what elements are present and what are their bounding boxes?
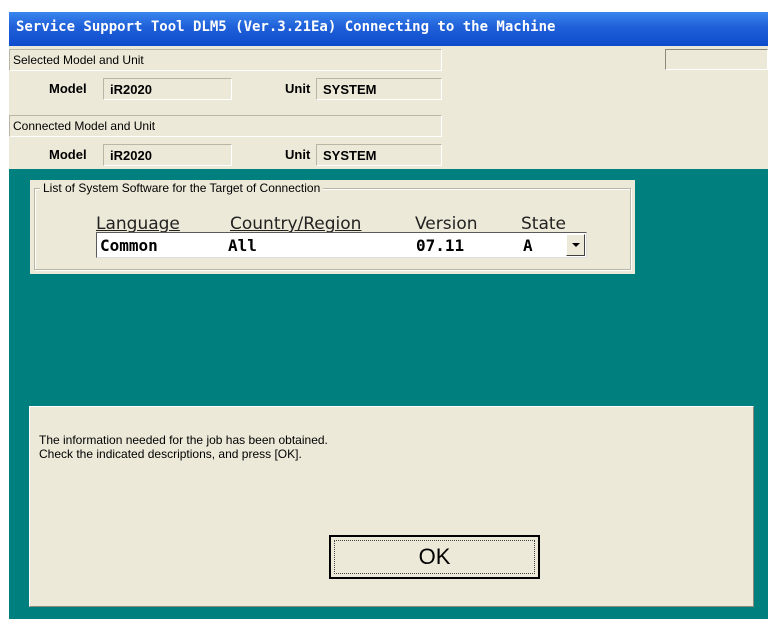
software-row[interactable]: Common All 07.11 A — [96, 232, 587, 258]
column-header-version: Version — [415, 214, 478, 234]
message-line-1: The information needed for the job has b… — [39, 433, 328, 447]
ok-button[interactable]: OK — [329, 535, 540, 579]
connected-model-label: Model — [49, 147, 87, 162]
selected-section-label: Selected Model and Unit — [9, 49, 442, 71]
selected-model-value: iR2020 — [103, 78, 232, 100]
row-state: A — [523, 236, 533, 255]
title-bar[interactable]: Service Support Tool DLM5 (Ver.3.21Ea) C… — [9, 12, 768, 46]
selected-unit-label: Unit — [285, 81, 311, 96]
selected-unit-value: SYSTEM — [316, 78, 442, 100]
column-header-country: Country/Region — [230, 214, 362, 234]
software-list-title: List of System Software for the Target o… — [40, 181, 324, 195]
software-list-group: List of System Software for the Target o… — [30, 180, 635, 274]
column-header-language: Language — [96, 214, 180, 234]
chevron-down-icon — [572, 243, 580, 247]
window-title: Service Support Tool DLM5 (Ver.3.21Ea) C… — [16, 19, 556, 35]
row-country: All — [228, 236, 257, 255]
row-version: 07.11 — [416, 236, 465, 255]
selected-model-label: Model — [49, 81, 87, 96]
connected-unit-value: SYSTEM — [316, 144, 442, 166]
dialog-window: Service Support Tool DLM5 (Ver.3.21Ea) C… — [9, 12, 768, 619]
connected-unit-label: Unit — [285, 147, 311, 162]
state-dropdown-button[interactable] — [566, 234, 585, 256]
column-header-state: State — [521, 214, 566, 234]
ok-button-label: OK — [418, 544, 451, 569]
row-language: Common — [100, 236, 158, 255]
message-panel: The information needed for the job has b… — [29, 406, 754, 607]
connected-model-value: iR2020 — [103, 144, 232, 166]
connected-section-label: Connected Model and Unit — [9, 115, 442, 137]
message-line-2: Check the indicated descriptions, and pr… — [39, 447, 302, 461]
status-field — [665, 49, 768, 70]
